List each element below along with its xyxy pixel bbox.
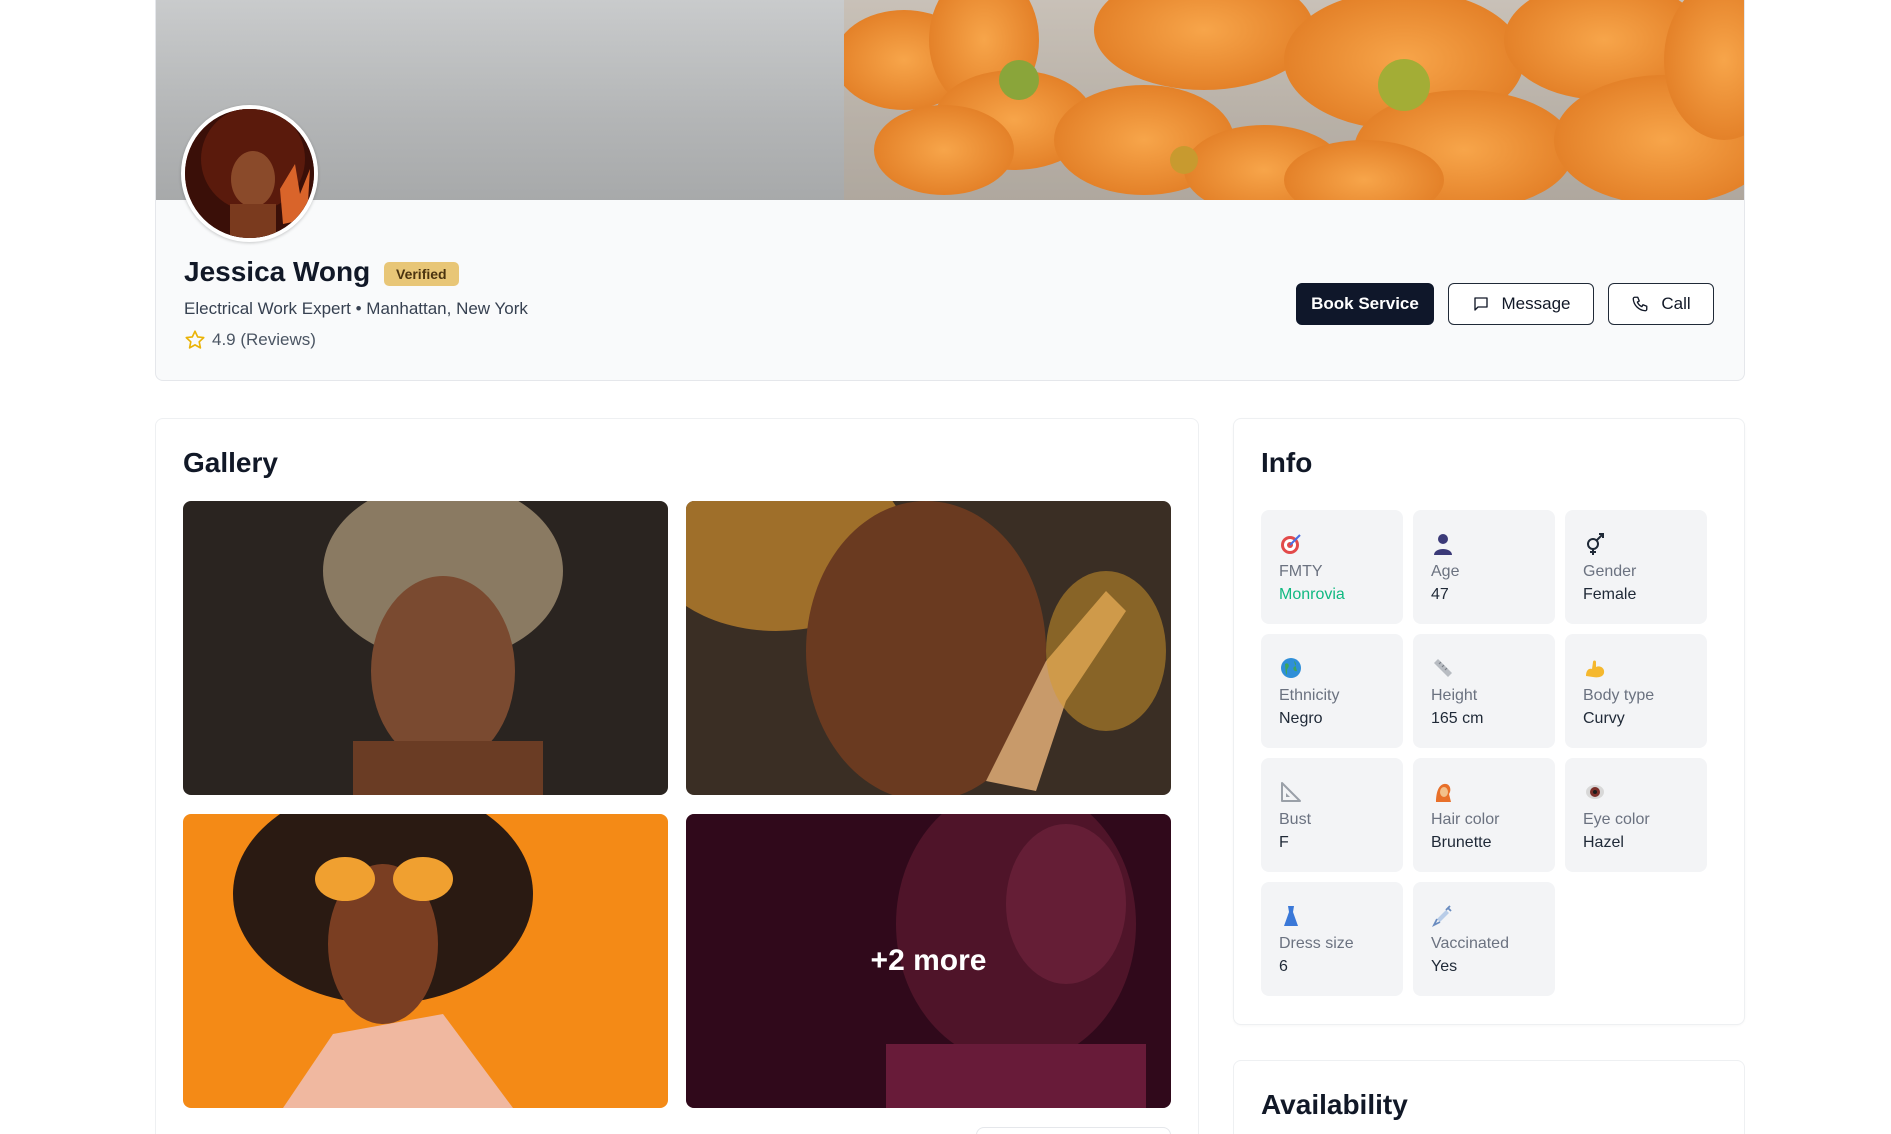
target-icon — [1281, 534, 1301, 554]
more-photos-label: +2 more — [870, 944, 987, 977]
info-value: Negro — [1279, 710, 1323, 727]
info-value: Curvy — [1583, 710, 1625, 727]
person-icon — [1434, 534, 1452, 555]
globe-icon — [1281, 658, 1301, 678]
message-button[interactable]: Message — [1448, 283, 1594, 325]
info-tile-body-type: Body type Curvy — [1565, 634, 1707, 748]
info-label: Vaccinated — [1431, 935, 1509, 952]
info-label: Gender — [1583, 563, 1637, 580]
info-value: 165 cm — [1431, 710, 1484, 727]
avatar-image — [185, 109, 314, 238]
info-value: Yes — [1431, 958, 1458, 975]
profile-header-card: Jessica Wong Verified Electrical Work Ex… — [155, 0, 1745, 381]
cover-image — [156, 0, 1744, 200]
info-label: Body type — [1583, 687, 1655, 704]
info-value: 6 — [1279, 958, 1288, 975]
info-tile-dress-size: Dress size 6 — [1261, 882, 1403, 996]
gender-icon — [1587, 533, 1604, 555]
flexed-arm-icon — [1586, 660, 1605, 678]
info-tile-fmty: FMTY Monrovia — [1261, 510, 1403, 624]
message-icon — [1473, 297, 1488, 311]
info-tile-ethnicity: Ethnicity Negro — [1261, 634, 1403, 748]
availability-card: Availability — [1233, 1060, 1745, 1134]
triangle-ruler-icon — [1281, 782, 1301, 802]
info-label: Ethnicity — [1279, 687, 1340, 704]
info-value: F — [1279, 834, 1289, 851]
gallery-photo-4[interactable]: +2 more — [686, 814, 1171, 1108]
info-label: Height — [1431, 687, 1478, 704]
cover-flowers-image — [844, 0, 1744, 200]
info-title: Info — [1261, 447, 1313, 478]
avatar — [181, 105, 318, 242]
info-label: Age — [1431, 563, 1460, 580]
info-label: FMTY — [1279, 563, 1323, 580]
info-value: Monrovia — [1279, 586, 1345, 603]
info-label: Dress size — [1279, 935, 1354, 952]
rating-text: 4.9 (Reviews) — [212, 330, 316, 349]
gallery-photo-2[interactable] — [686, 501, 1171, 795]
info-value: Hazel — [1583, 834, 1624, 851]
info-label: Hair color — [1431, 811, 1500, 828]
profile-name: Jessica Wong — [184, 256, 371, 287]
info-tile-bust: Bust F — [1261, 758, 1403, 872]
info-value: Brunette — [1431, 834, 1492, 851]
star-icon — [185, 330, 205, 349]
message-label: Message — [1501, 294, 1571, 313]
call-label: Call — [1661, 294, 1691, 313]
book-service-button[interactable]: Book Service — [1296, 283, 1434, 325]
info-value: Female — [1583, 586, 1637, 603]
info-tile-age: Age 47 — [1413, 510, 1555, 624]
book-service-label: Book Service — [1311, 294, 1419, 313]
gallery-card: Gallery +2 more — [155, 418, 1199, 1134]
gallery-photo-3[interactable] — [183, 814, 668, 1108]
profile-subtitle: Electrical Work Expert • Manhattan, New … — [184, 299, 528, 318]
gallery-photo-3-image — [183, 814, 668, 1108]
info-tile-hair-color: Hair color Brunette — [1413, 758, 1555, 872]
more-photos-overlay[interactable]: +2 more — [686, 814, 1171, 1108]
gallery-photo-2-image — [686, 501, 1171, 795]
hair-icon — [1436, 783, 1451, 802]
dress-icon — [1284, 906, 1298, 926]
rating: 4.9 (Reviews) — [184, 329, 316, 351]
availability-title: Availability — [1261, 1089, 1408, 1120]
verified-badge: Verified — [384, 262, 459, 286]
info-tile-gender: Gender Female — [1565, 510, 1707, 624]
info-grid: FMTY Monrovia Age 47 Gender Female Ethni… — [1261, 510, 1709, 996]
syringe-icon — [1431, 905, 1452, 928]
info-value: 47 — [1431, 586, 1449, 603]
info-tile-eye-color: Eye color Hazel — [1565, 758, 1707, 872]
ruler-icon — [1434, 659, 1452, 677]
info-card: Info FMTY Monrovia Age 47 Gender Female … — [1233, 418, 1745, 1025]
info-label: Eye color — [1583, 811, 1650, 828]
info-tile-vaccinated: Vaccinated Yes — [1413, 882, 1555, 996]
eye-icon — [1586, 785, 1604, 799]
gallery-title: Gallery — [183, 447, 278, 478]
info-tile-height: Height 165 cm — [1413, 634, 1555, 748]
phone-icon — [1632, 296, 1648, 312]
call-button[interactable]: Call — [1608, 283, 1714, 325]
gallery-photo-1-image — [183, 501, 668, 795]
info-label: Bust — [1279, 811, 1312, 828]
gallery-photo-1[interactable] — [183, 501, 668, 795]
gallery-footer-element — [976, 1127, 1171, 1134]
